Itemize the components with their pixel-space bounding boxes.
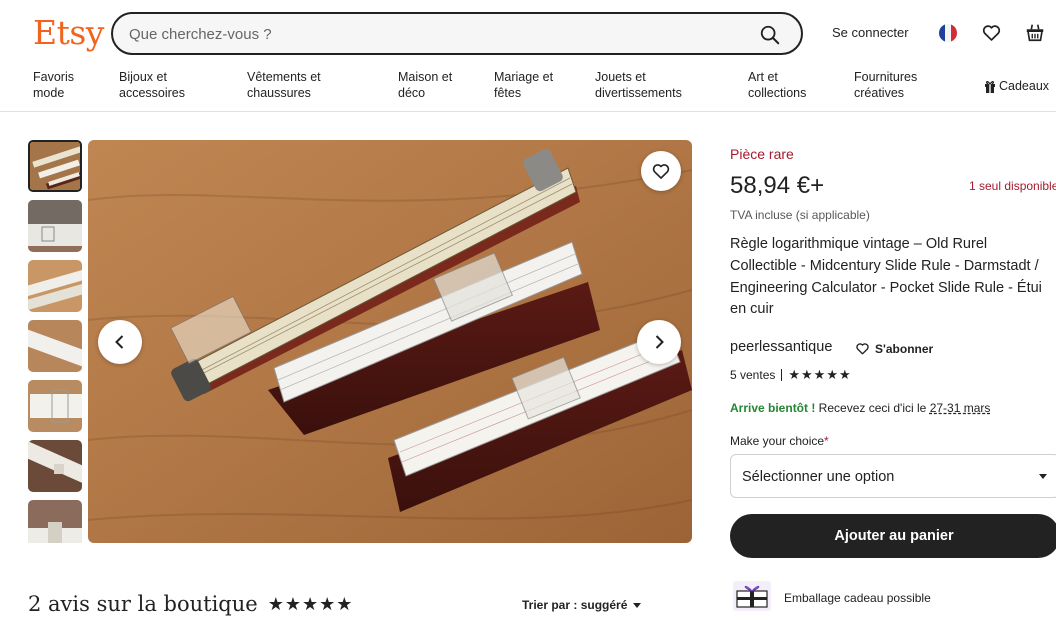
divider	[781, 369, 783, 381]
favorite-button[interactable]	[641, 151, 681, 191]
variation-select[interactable]: Sélectionner une option	[730, 454, 1056, 498]
heart-icon[interactable]	[981, 22, 1002, 43]
nav-item-vetements[interactable]: Vêtements et chaussures	[247, 69, 321, 101]
nav-item-fournitures[interactable]: Fournitures créatives	[854, 69, 917, 101]
add-to-cart-button[interactable]: Ajouter au panier	[730, 514, 1056, 558]
variation-label: Make your choice*	[730, 434, 829, 448]
gift-wrap-icon	[733, 581, 771, 611]
caret-down-icon	[1039, 474, 1047, 479]
nav-item-art[interactable]: Art et collections	[748, 69, 806, 101]
category-nav: Favoris mode Bijoux et accessoires Vêtemen…	[0, 68, 1056, 112]
heart-icon	[856, 343, 869, 355]
thumbnail-1[interactable]	[28, 140, 82, 192]
prev-image-button[interactable]	[98, 320, 142, 364]
stock-status: 1 seul disponible	[969, 179, 1056, 193]
heart-icon	[652, 164, 670, 179]
shop-name-link[interactable]: peerlessantique	[730, 339, 832, 355]
delivery-text: Recevez ceci d'ici le	[815, 401, 930, 415]
main-product-image[interactable]	[88, 140, 692, 543]
required-marker: *	[824, 434, 829, 448]
thumbnail-5[interactable]	[28, 380, 82, 432]
next-image-button[interactable]	[637, 320, 681, 364]
thumbnail-4[interactable]	[28, 320, 82, 372]
basket-icon[interactable]	[1024, 21, 1046, 43]
nav-item-maison[interactable]: Maison et déco	[398, 69, 452, 101]
caret-down-icon	[633, 602, 642, 608]
gift-wrap-text: Emballage cadeau possible	[784, 591, 931, 605]
vat-note: TVA incluse (si applicable)	[730, 208, 870, 222]
thumbnail-7[interactable]	[28, 500, 82, 543]
thumbnail-strip	[28, 140, 82, 543]
nav-item-gifts[interactable]: Cadeaux	[984, 79, 1049, 93]
thumbnail-3[interactable]	[28, 260, 82, 312]
search-input[interactable]	[129, 23, 729, 45]
listing-title: Règle logarithmique vintage – Old Rurel …	[730, 236, 1042, 318]
price: 58,94 €+	[730, 172, 825, 199]
reviews-stars: ★★★★★	[267, 593, 354, 615]
thumbnail-6[interactable]	[28, 440, 82, 492]
delivery-status: Arrive bientôt !	[730, 401, 816, 415]
rare-badge: Pièce rare	[730, 146, 794, 162]
shop-rating-stars[interactable]: ★★★★★	[788, 367, 851, 383]
flag-fr-icon[interactable]	[939, 24, 957, 42]
reviews-heading: 2 avis sur la boutique ★★★★★	[28, 592, 354, 616]
delivery-dates[interactable]: 27-31 mars	[930, 401, 991, 415]
chevron-left-icon	[115, 335, 124, 349]
follow-shop-button[interactable]: S'abonner	[855, 341, 933, 356]
nav-item-jouets[interactable]: Jouets et divertissements	[595, 69, 682, 101]
sort-dropdown[interactable]: Trier par : suggéré	[522, 598, 642, 612]
search-bar[interactable]	[111, 12, 803, 55]
nav-item-bijoux[interactable]: Bijoux et accessoires	[119, 69, 185, 101]
sales-count: 5 ventes	[730, 368, 776, 382]
signin-link[interactable]: Se connecter	[832, 25, 909, 40]
delivery-estimate: Arrive bientôt ! Recevez ceci d'ici le 2…	[730, 401, 990, 415]
select-value: Sélectionner une option	[742, 469, 895, 485]
etsy-logo[interactable]: Etsy	[33, 13, 104, 52]
gift-icon	[985, 80, 995, 93]
chevron-right-icon	[655, 335, 664, 349]
sales-summary: 5 ventes ★★★★★	[730, 367, 852, 383]
search-icon[interactable]	[759, 24, 781, 46]
thumbnail-2[interactable]	[28, 200, 82, 252]
nav-item-favoris-mode[interactable]: Favoris mode	[33, 69, 74, 101]
nav-item-mariage[interactable]: Mariage et fêtes	[494, 69, 553, 101]
